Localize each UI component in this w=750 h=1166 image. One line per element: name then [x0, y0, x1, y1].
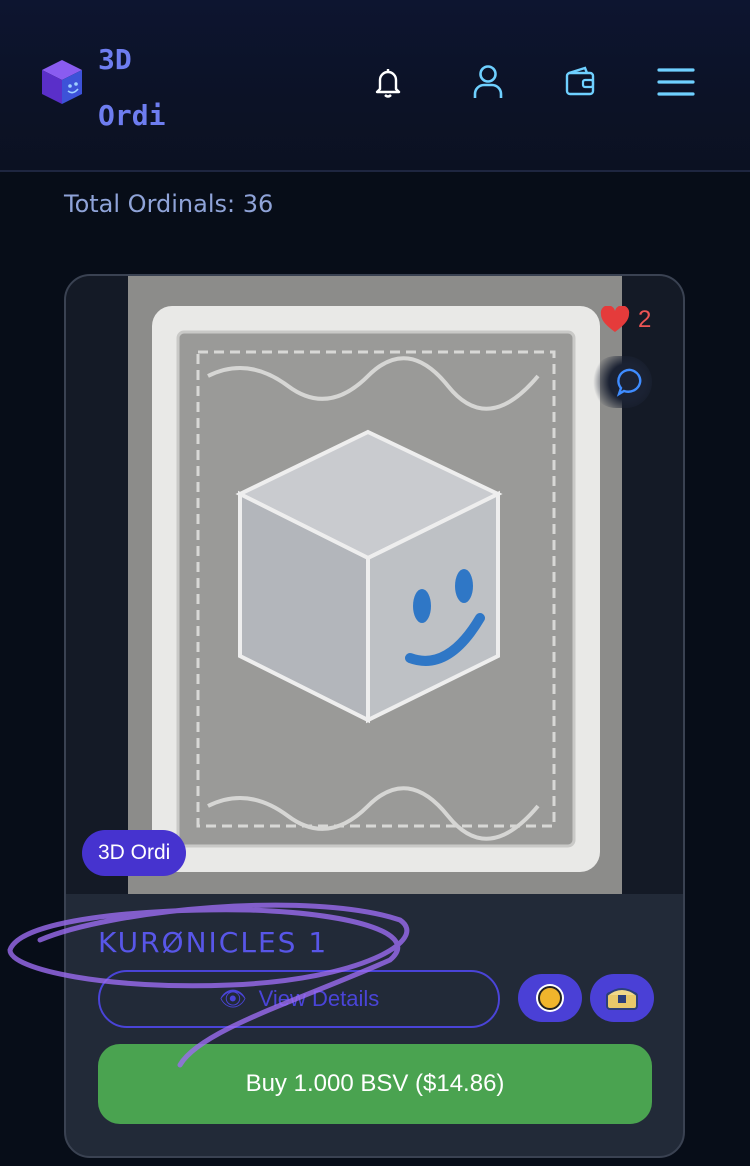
comment-icon: [616, 368, 642, 397]
user-icon[interactable]: [468, 62, 508, 102]
heart-icon: [600, 306, 630, 332]
ordinal-image[interactable]: [128, 276, 622, 894]
brand-name[interactable]: 3D Ordi: [98, 32, 165, 144]
buy-button[interactable]: Buy 1.000 BSV ($14.86): [98, 1044, 652, 1124]
brand-line-1: 3D: [98, 43, 132, 76]
collection-badge[interactable]: 3D Ordi: [82, 830, 187, 876]
chest-button[interactable]: [590, 974, 654, 1022]
card-media: 2 3D Ordi: [66, 276, 683, 894]
eye-icon: 👁: [218, 986, 247, 1011]
view-details-label: View Details: [258, 986, 380, 1011]
view-details-button[interactable]: 👁 View Details: [98, 970, 500, 1028]
coin-icon: [536, 984, 564, 1012]
wallet-icon[interactable]: [560, 62, 600, 102]
brand-line-2: Ordi: [98, 99, 166, 132]
ordinal-title: KURØNICLES 1: [98, 926, 329, 959]
comment-button[interactable]: [590, 356, 652, 408]
coin-button[interactable]: [518, 974, 582, 1022]
app-header: 3D Ordi: [0, 0, 750, 172]
menu-icon[interactable]: [656, 62, 696, 102]
like-counter[interactable]: 2: [600, 306, 651, 334]
like-count: 2: [638, 306, 652, 333]
ordinal-card: 2 3D Ordi KURØNICLES 1 👁 View Details Bu…: [64, 274, 685, 1158]
total-ordinals: Total Ordinals: 36: [64, 190, 274, 218]
logo-cube-icon[interactable]: [40, 58, 84, 106]
chest-icon: [606, 988, 638, 1010]
bell-icon[interactable]: [368, 62, 408, 102]
